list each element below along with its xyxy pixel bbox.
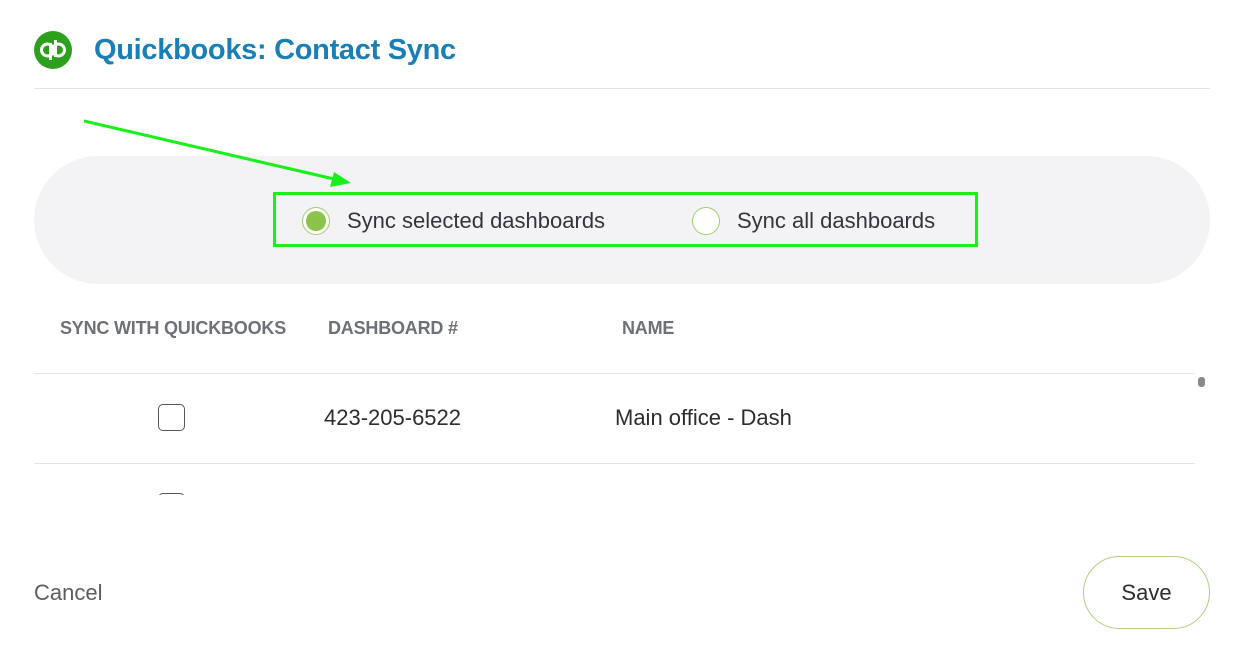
page-title: Quickbooks: Contact Sync [94, 33, 456, 66]
save-button[interactable]: Save [1083, 556, 1210, 629]
cancel-button[interactable]: Cancel [34, 580, 102, 606]
column-header-dashboard: DASHBOARD # [328, 318, 458, 338]
annotation-highlight-box [273, 192, 978, 247]
row-sync-checkbox[interactable] [158, 404, 185, 431]
scrollbar-thumb[interactable] [1198, 377, 1205, 387]
quickbooks-logo-icon [34, 31, 72, 69]
dialog-header: Quickbooks: Contact Sync [34, 30, 456, 70]
table-scroll-area [34, 465, 1204, 495]
header-divider [34, 88, 1210, 89]
table-row-divider [34, 463, 1195, 464]
row-sync-checkbox-partial[interactable] [158, 493, 185, 495]
row-name: Main office - Dash [615, 405, 792, 430]
row-dashboard-number: 423-205-6522 [324, 405, 462, 430]
column-header-sync: SYNC WITH QUICKBOOKS [60, 318, 287, 338]
column-header-name: NAME [622, 318, 675, 338]
table-header-divider [34, 373, 1195, 374]
